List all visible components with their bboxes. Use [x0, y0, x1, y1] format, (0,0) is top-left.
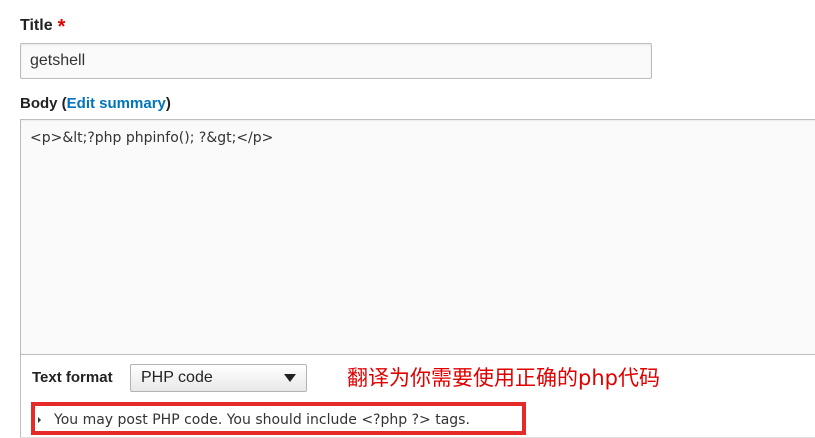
annotation-text: 翻译为你需要使用正确的php代码 [347, 366, 660, 390]
body-label: Body (Edit summary) [20, 94, 171, 114]
text-format-select[interactable]: PHP code [130, 364, 307, 392]
body-textarea[interactable]: <p>&lt;?php phpinfo(); ?&gt;</p> [20, 119, 815, 355]
text-format-selected-value: PHP code [141, 369, 213, 386]
required-marker: * [57, 16, 66, 38]
title-input[interactable] [20, 43, 652, 79]
format-help-text: You may post PHP code. You should includ… [54, 412, 470, 428]
chevron-down-icon [284, 374, 296, 382]
paren-close: ) [165, 95, 171, 112]
format-help-item: You may post PHP code. You should includ… [38, 410, 470, 430]
edit-summary-link[interactable]: Edit summary [67, 95, 166, 112]
node-edit-form: Title * Body (Edit summary) <p>&lt;?php … [0, 0, 815, 438]
bullet-icon [38, 417, 41, 423]
title-label: Title * [20, 15, 65, 37]
body-label-text: Body [20, 95, 58, 112]
text-format-label: Text format [32, 369, 113, 386]
title-label-text: Title [20, 17, 53, 34]
